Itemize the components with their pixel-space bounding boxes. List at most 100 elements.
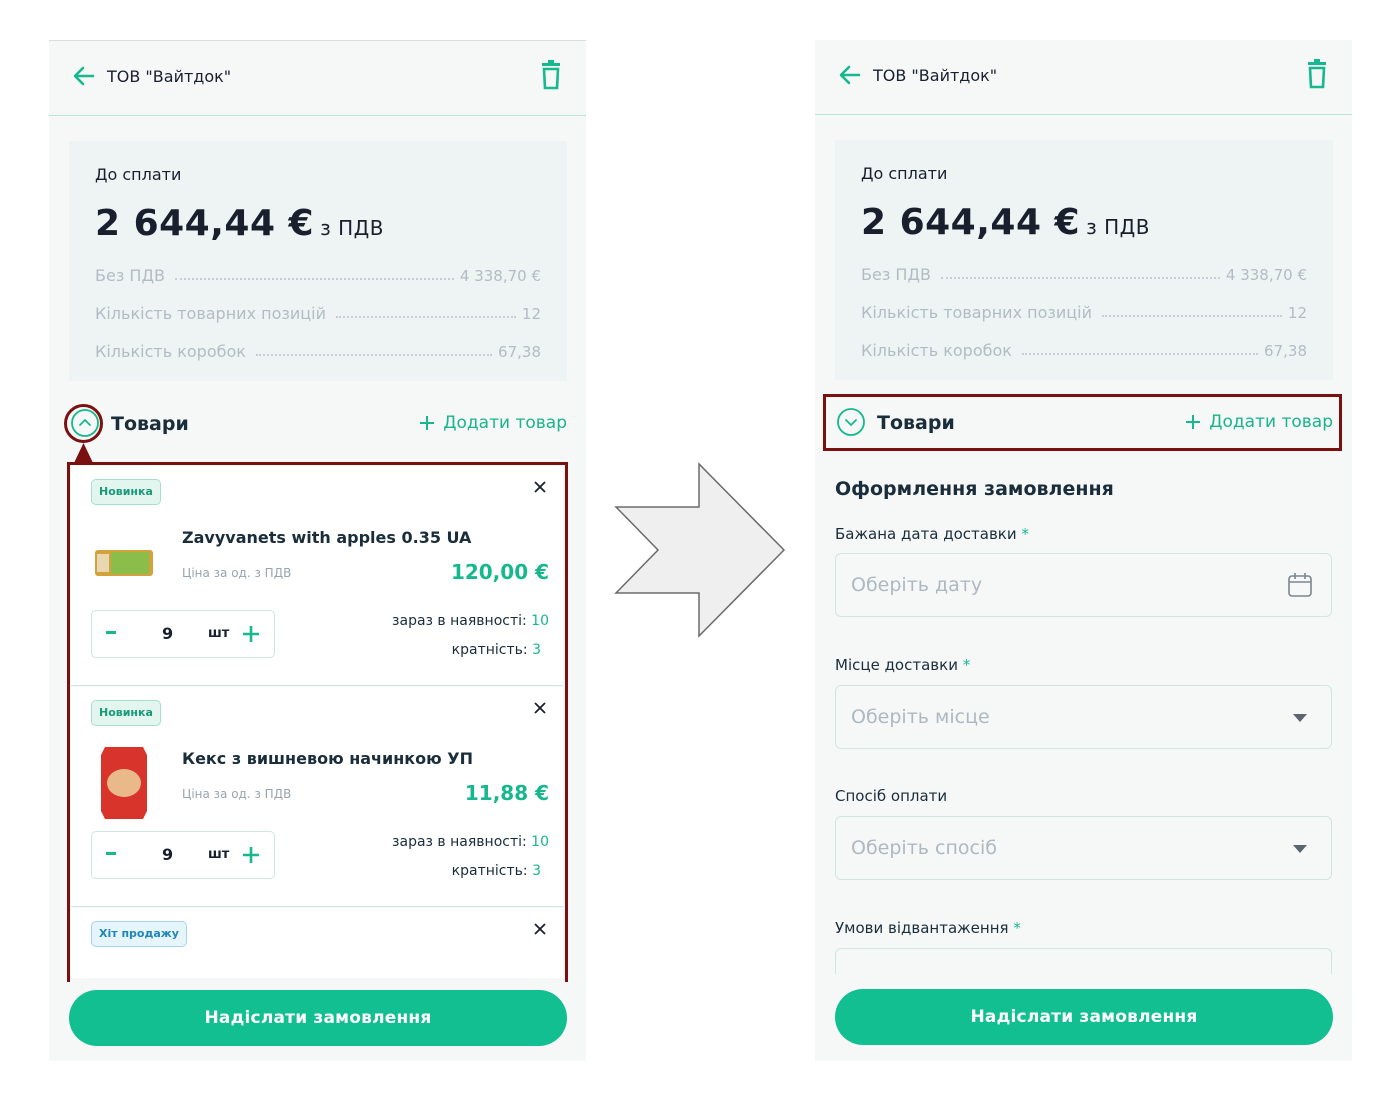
price-label: Ціна за од. з ПДВ <box>182 566 292 580</box>
shipping-terms-select[interactable] <box>835 948 1332 974</box>
summary-row: Без ПДВ 4 338,70 € <box>95 263 541 285</box>
product-price: 120,00 € <box>450 560 549 584</box>
quantity-stepper: 9 шт <box>91 610 275 658</box>
calendar-icon[interactable] <box>1287 572 1313 598</box>
required-mark: * <box>1021 525 1029 543</box>
quantity-unit: шт <box>208 847 230 862</box>
total-value: 2 644,44 € <box>95 203 315 244</box>
product-price: 11,88 € <box>464 781 549 805</box>
caret-down-icon <box>1293 845 1307 853</box>
summary-row-value: 67,38 <box>498 343 541 361</box>
total-value: 2 644,44 € <box>861 202 1081 243</box>
delivery-date-field[interactable]: Оберіть дату <box>835 553 1332 617</box>
badge-bestseller: Хіт продажу <box>91 921 187 947</box>
multiplicity-info: кратність: 3 <box>452 863 541 879</box>
quantity-value[interactable]: 9 <box>162 845 173 864</box>
required-mark: * <box>962 656 971 674</box>
header: ТОВ "Вайтдок" <box>815 40 1352 115</box>
plus-icon <box>420 416 435 430</box>
delivery-place-select[interactable]: Оберіть місце <box>835 685 1332 749</box>
plus-icon[interactable] <box>242 846 260 864</box>
summary-row-label: Кількість товарних позицій <box>95 304 327 323</box>
add-product-button[interactable]: Додати товар <box>419 413 567 433</box>
trash-icon[interactable] <box>1306 59 1328 89</box>
summary-row: Кількість коробок 67,38 <box>95 339 541 361</box>
pay-label: До сплати <box>861 164 948 183</box>
product-image <box>93 968 155 978</box>
summary-row: Кількість товарних позицій 12 <box>95 301 541 323</box>
shipping-terms-label: Умови відвантаження * <box>835 919 1021 937</box>
company-name: ТОВ "Вайтдок" <box>873 66 998 85</box>
summary-row-label: Без ПДВ <box>95 266 165 285</box>
multiplicity-value: 3 <box>532 863 541 879</box>
submit-order-button[interactable]: Надіслати замовлення <box>69 990 567 1046</box>
summary-row-value: 4 338,70 € <box>459 267 541 285</box>
summary-row: Кількість коробок 67,38 <box>861 338 1307 360</box>
add-product-label: Додати товар <box>443 413 567 433</box>
stock-label: зараз в наявності: <box>392 613 527 629</box>
delivery-place-placeholder: Оберіть місце <box>851 706 990 728</box>
stock-label: зараз в наявності: <box>392 834 527 850</box>
product-list: Новинка Zavyvanets with apples 0.35 UA Ц… <box>71 466 563 978</box>
trash-icon[interactable] <box>540 60 562 90</box>
arrow-left-icon[interactable] <box>837 62 863 88</box>
vat-note: з ПДВ <box>320 216 384 240</box>
product-image <box>101 747 147 819</box>
delivery-date-label-text: Бажана дата доставки <box>835 525 1017 543</box>
goods-section-header: Товари Додати товар <box>69 403 567 447</box>
summary-row-value: 4 338,70 € <box>1225 266 1307 284</box>
product-card: Хіт продажу <box>71 908 563 978</box>
order-form-title: Оформлення замовлення <box>835 478 1114 500</box>
quantity-unit: шт <box>208 626 230 641</box>
shipping-terms-label-text: Умови відвантаження <box>835 919 1009 937</box>
price-label: Ціна за од. з ПДВ <box>182 787 292 801</box>
minus-icon[interactable] <box>106 852 116 855</box>
product-image <box>95 550 153 576</box>
total-amount: 2 644,44 € з ПДВ <box>95 203 384 244</box>
summary-row-value: 12 <box>521 305 541 323</box>
close-icon[interactable] <box>533 701 547 715</box>
summary-row-value: 12 <box>1287 304 1307 322</box>
payment-method-placeholder: Оберіть спосіб <box>851 837 997 859</box>
toggle-highlight <box>64 404 103 443</box>
delivery-place-label-text: Місце доставки <box>835 656 958 674</box>
goods-title: Товари <box>111 413 189 435</box>
required-mark: * <box>1013 919 1021 937</box>
screen-expanded: ТОВ "Вайтдок" До сплати 2 644,44 € з ПДВ … <box>49 40 586 1061</box>
summary-row: Без ПДВ 4 338,70 € <box>861 262 1307 284</box>
close-icon[interactable] <box>533 922 547 936</box>
total-amount: 2 644,44 € з ПДВ <box>861 202 1150 243</box>
payment-summary: До сплати 2 644,44 € з ПДВ Без ПДВ 4 338,7… <box>835 140 1333 380</box>
goods-header-highlight <box>823 394 1342 451</box>
payment-method-select[interactable]: Оберіть спосіб <box>835 816 1332 880</box>
stock-value: 10 <box>531 613 549 629</box>
pointer-triangle <box>74 443 93 463</box>
submit-order-button[interactable]: Надіслати замовлення <box>835 989 1333 1045</box>
payment-method-label: Спосіб оплати <box>835 787 948 805</box>
payment-summary: До сплати 2 644,44 € з ПДВ Без ПДВ 4 338,7… <box>69 141 567 381</box>
summary-row-label: Кількість коробок <box>861 341 1012 360</box>
vat-note: з ПДВ <box>1086 215 1150 239</box>
badge-new: Новинка <box>91 700 161 726</box>
multiplicity-value: 3 <box>532 642 541 658</box>
delivery-date-label: Бажана дата доставки * <box>835 525 1029 543</box>
product-name: Кекс з вишневою начинкою УП <box>182 749 473 768</box>
arrow-right-icon <box>614 462 786 638</box>
close-icon[interactable] <box>533 480 547 494</box>
plus-icon[interactable] <box>242 625 260 643</box>
summary-row: Кількість товарних позицій 12 <box>861 300 1307 322</box>
stock-info: зараз в наявності: 10 <box>392 834 549 850</box>
minus-icon[interactable] <box>106 631 116 634</box>
stock-value: 10 <box>531 834 549 850</box>
arrow-left-icon[interactable] <box>71 63 97 89</box>
multiplicity-label: кратність: <box>451 863 528 879</box>
product-card: Новинка Кекс з вишневою начинкою УП Ціна… <box>71 687 563 907</box>
screen-collapsed: ТОВ "Вайтдок" До сплати 2 644,44 € з ПДВ … <box>815 40 1352 1061</box>
summary-row-value: 67,38 <box>1264 342 1307 360</box>
caret-down-icon <box>1293 714 1307 722</box>
quantity-value[interactable]: 9 <box>162 624 173 643</box>
company-name: ТОВ "Вайтдок" <box>107 67 232 86</box>
header: ТОВ "Вайтдок" <box>49 41 586 116</box>
summary-row-label: Кількість товарних позицій <box>861 303 1093 322</box>
quantity-stepper: 9 шт <box>91 831 275 879</box>
